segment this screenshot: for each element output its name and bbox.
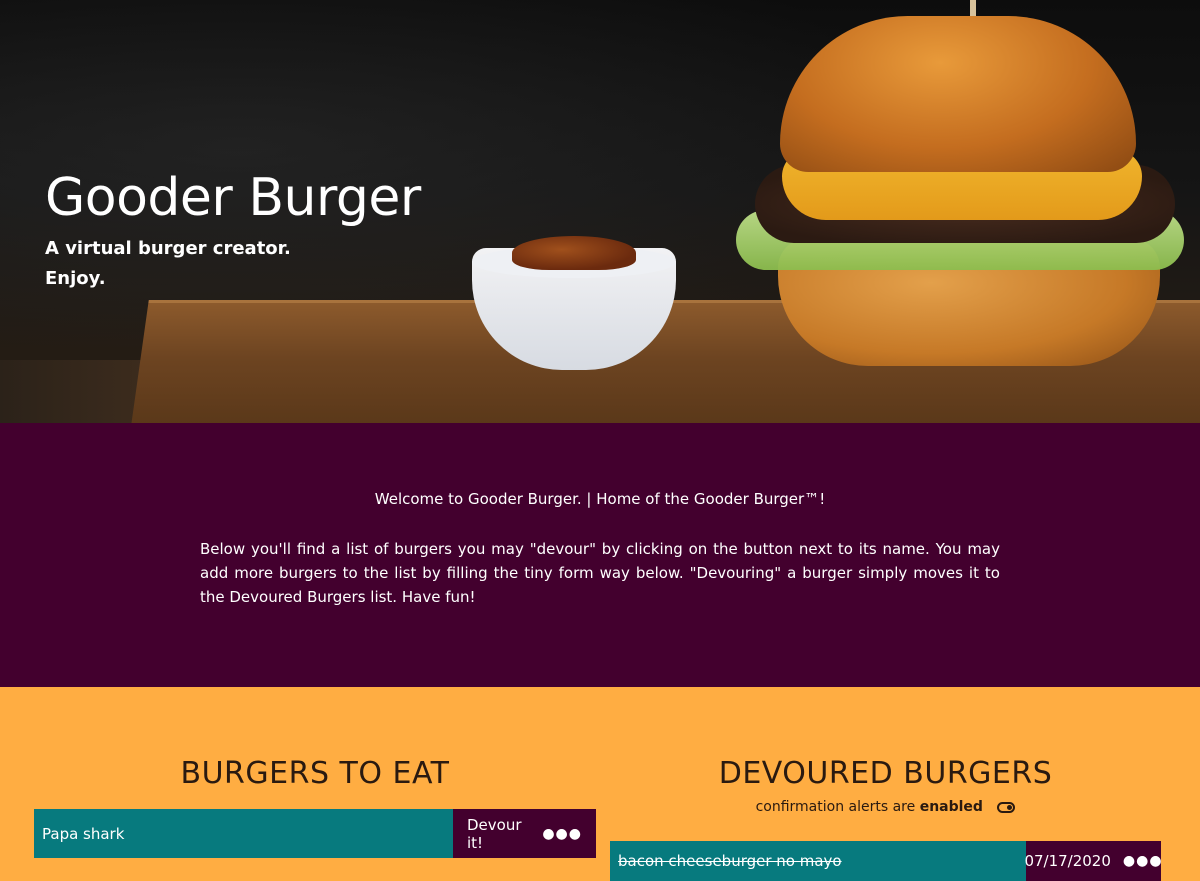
confirmation-state: enabled [919, 799, 983, 815]
devoured-burgers-heading: DEVOURED BURGERS [718, 756, 1053, 791]
intro-section: Welcome to Gooder Burger. | Home of the … [0, 423, 1200, 687]
burger-name: Papa shark [34, 809, 453, 858]
devoured-date: 07/17/2020 [1024, 852, 1111, 870]
confirmation-prefix: confirmation alerts are [755, 799, 916, 815]
devoured-burger-row: bacon cheeseburger no mayo 07/17/2020 ●●… [610, 841, 1163, 881]
hero-banner: Gooder Burger A virtual burger creator. … [0, 0, 1200, 423]
burger-top-bun-image [780, 16, 1136, 172]
burger-row: Papa shark Devour it! ●●● [34, 809, 596, 858]
burgers-to-eat-heading: BURGERS TO EAT [180, 756, 450, 791]
page-title: Gooder Burger [45, 168, 421, 228]
ellipsis-icon[interactable]: ●●● [1123, 853, 1163, 869]
relish-image [512, 236, 636, 270]
hero-subtitle-line1: A virtual burger creator. [45, 238, 291, 259]
devoured-burger-meta: 07/17/2020 ●●● [1024, 841, 1163, 881]
devoured-burger-name: bacon cheeseburger no mayo [610, 841, 1026, 881]
ellipsis-icon[interactable]: ●●● [542, 826, 582, 842]
devour-button[interactable]: Devour it! ●●● [453, 809, 596, 858]
hero-subtitle-line2: Enjoy. [45, 268, 106, 289]
hero-subtitle: A virtual burger creator. Enjoy. [45, 234, 421, 294]
confirmation-alert-setting: confirmation alerts are enabled [610, 799, 1161, 815]
intro-description: Below you'll find a list of burgers you … [200, 540, 1000, 606]
toggle-icon[interactable] [997, 801, 1016, 813]
hero-text: Gooder Burger A virtual burger creator. … [45, 166, 421, 294]
welcome-text: Welcome to Gooder Burger. | Home of the … [374, 490, 826, 508]
devour-button-label: Devour it! [467, 815, 522, 852]
